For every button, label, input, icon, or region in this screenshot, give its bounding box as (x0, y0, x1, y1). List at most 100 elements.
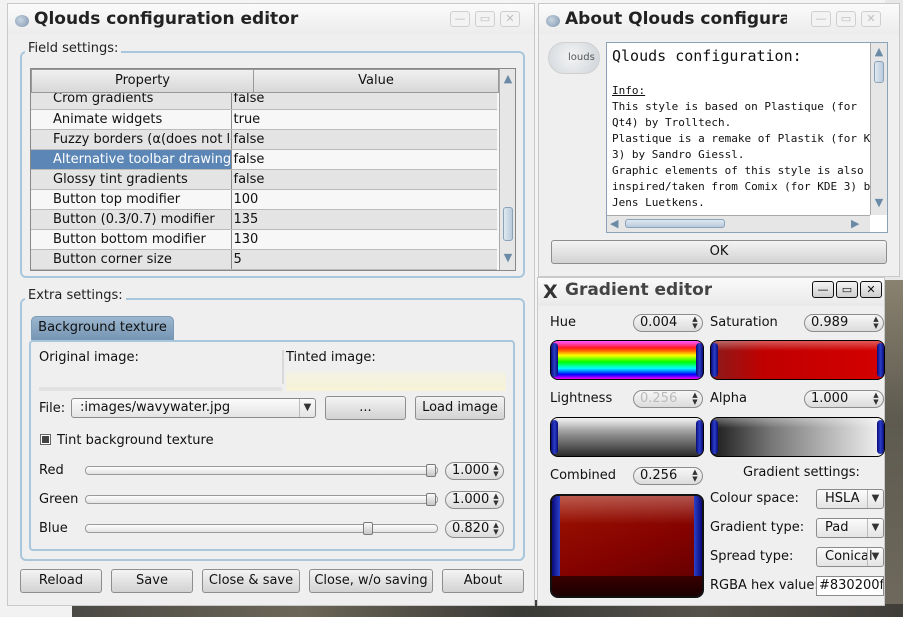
gradient-title: Gradient editor (565, 280, 713, 300)
scroll-thumb-horizontal[interactable] (625, 219, 725, 228)
green-value: 1.000 (452, 492, 490, 507)
alpha-gradient-bar[interactable] (710, 417, 885, 457)
table-row[interactable]: Button bottom modifier 130 (31, 229, 497, 250)
red-slider[interactable] (85, 464, 438, 477)
spin-arrows-icon[interactable]: ▲ ▼ (491, 522, 501, 536)
scroll-thumb[interactable] (874, 61, 884, 83)
file-path-combo[interactable]: :images/wavywater.jpg ▼ (71, 398, 316, 418)
table-row[interactable]: Fuzzy borders (α(does not loo...false (31, 129, 497, 150)
spin-arrows-icon[interactable]: ▲ ▼ (491, 493, 501, 507)
property-cell: Button (0.3/0.7) modifier (31, 209, 231, 230)
value-cell: 135 (230, 209, 497, 230)
table-row[interactable]: Button (0.3/0.7) modifier 135 (31, 209, 497, 230)
chevron-down-icon[interactable]: ▼ (867, 490, 883, 508)
green-slider-handle[interactable] (426, 493, 436, 506)
maximize-icon[interactable]: ▭ (475, 11, 495, 27)
about-horizontal-scrollbar[interactable]: ◀ ▶ (607, 215, 870, 232)
save-button[interactable]: Save (111, 569, 193, 593)
blue-spinbox[interactable]: 0.820 ▲ ▼ (445, 520, 504, 538)
maximize-icon[interactable]: ▭ (836, 11, 856, 27)
hue-gradient-bar[interactable] (550, 340, 704, 380)
value-cell: false (230, 149, 497, 170)
scroll-left-icon[interactable]: ◀ (610, 217, 618, 230)
chevron-down-icon[interactable]: ▼ (867, 519, 883, 537)
load-image-button[interactable]: Load image (415, 396, 505, 420)
lightness-gradient-bar[interactable] (550, 417, 704, 457)
lightness-spinbox[interactable]: 0.256 ▲ ▼ (633, 390, 703, 408)
scroll-right-icon[interactable]: ▶ (851, 217, 859, 230)
close-icon[interactable]: ✕ (500, 11, 520, 27)
combined-spinbox[interactable]: 0.256 ▲ ▼ (633, 467, 703, 485)
spin-arrows-icon[interactable]: ▲ ▼ (690, 392, 700, 406)
spin-arrows-icon[interactable]: ▲ ▼ (871, 316, 881, 330)
spin-arrows-icon[interactable]: ▲ ▼ (690, 469, 700, 483)
spin-arrows-icon[interactable]: ▲ ▼ (690, 316, 700, 330)
combined-preview[interactable] (550, 494, 704, 598)
about-line: Plastique is a remake of Plastik (for KD… (612, 132, 884, 145)
green-slider[interactable] (85, 493, 438, 506)
minimize-icon[interactable]: — (811, 11, 831, 27)
green-label: Green (39, 492, 79, 507)
blue-slider-handle[interactable] (363, 522, 373, 535)
saturation-spinbox[interactable]: 0.989 ▲ ▼ (804, 314, 884, 332)
scroll-down-icon[interactable]: ▼ (872, 196, 886, 210)
close-icon[interactable]: ✕ (860, 281, 882, 298)
combined-preview-sheen (552, 496, 702, 524)
reload-button[interactable]: Reload (20, 569, 102, 593)
maximize-icon[interactable]: ▭ (836, 281, 858, 298)
close-and-save-button[interactable]: Close & save (202, 569, 300, 593)
table-row-selected[interactable]: Alternative toolbar drawing false (31, 149, 497, 170)
scroll-up-icon[interactable]: ▲ (501, 72, 515, 86)
spin-arrows-icon[interactable]: ▲ ▼ (871, 392, 881, 406)
ok-button[interactable]: OK (551, 240, 887, 264)
table-row[interactable]: Animate widgets true (31, 109, 497, 130)
red-slider-handle[interactable] (426, 464, 436, 477)
tint-checkbox[interactable] (40, 434, 51, 445)
table-scrollbar[interactable]: ▲ ▼ (499, 69, 515, 270)
scroll-thumb[interactable] (503, 207, 513, 241)
table-row[interactable]: Button corner size 5 (31, 249, 497, 270)
minimize-icon[interactable]: — (812, 281, 834, 298)
about-line: 3) by Sandro Giessl. (612, 148, 745, 161)
table-row[interactable]: Glossy tint gradients false (31, 169, 497, 190)
colour-space-combo[interactable]: HSLA ▼ (816, 489, 884, 509)
window-title: Qlouds configuration editor (34, 9, 299, 29)
spread-type-combo[interactable]: Conical ▼ (816, 547, 884, 567)
alpha-spinbox[interactable]: 1.000 ▲ ▼ (804, 390, 884, 408)
scroll-down-icon[interactable]: ▼ (501, 251, 515, 265)
spin-arrows-icon[interactable]: ▲ ▼ (491, 464, 501, 478)
tinted-image-preview (286, 372, 506, 391)
green-spinbox[interactable]: 1.000 ▲ ▼ (445, 491, 504, 509)
about-title: About Qlouds configurati (565, 9, 787, 29)
chevron-down-icon[interactable]: ▼ (867, 548, 883, 566)
tab-background-texture[interactable]: Background texture (31, 316, 174, 340)
about-text-box: Qlouds configuration: Info: This style i… (606, 42, 888, 233)
table-row[interactable]: Button top modifier 100 (31, 189, 497, 210)
saturation-gradient-bar[interactable] (710, 340, 885, 380)
lightness-label: Lightness (550, 391, 613, 406)
gradient-type-value: Pad (825, 520, 849, 535)
minimize-icon[interactable]: — (450, 11, 470, 27)
close-without-saving-button[interactable]: Close, w/o saving (309, 569, 433, 593)
blue-slider[interactable] (85, 522, 438, 535)
about-line: Jens Luetkens. (612, 196, 705, 209)
chevron-down-icon[interactable]: ▼ (299, 399, 315, 417)
gradient-type-combo[interactable]: Pad ▼ (816, 518, 884, 538)
hue-spinbox[interactable]: 0.004 ▲ ▼ (633, 314, 703, 332)
gradient-titlebar[interactable]: X Gradient editor — ▭ ✕ (538, 278, 884, 306)
rgba-hex-label: RGBA hex value: (710, 578, 819, 593)
rgba-hex-input[interactable]: #830200ff (816, 576, 884, 596)
config-editor-titlebar[interactable]: Qlouds configuration editor — ▭ ✕ (8, 4, 534, 34)
about-vertical-scrollbar[interactable]: ▲ ▼ (870, 43, 887, 215)
field-settings-label: Field settings: (25, 41, 122, 56)
red-spinbox[interactable]: 1.000 ▲ ▼ (445, 462, 504, 480)
property-cell: Button top modifier (31, 189, 231, 210)
close-icon[interactable]: ✕ (861, 11, 881, 27)
about-window: About Qlouds configurati — ▭ ✕ louds Qlo… (538, 3, 900, 277)
scroll-up-icon[interactable]: ▲ (872, 45, 886, 59)
about-line: inspired/taken from Comix (for KDE 3) by (612, 180, 877, 193)
property-cell: Button bottom modifier (31, 229, 231, 250)
about-button[interactable]: About (442, 569, 524, 593)
about-titlebar[interactable]: About Qlouds configurati — ▭ ✕ (539, 4, 899, 34)
browse-button[interactable]: ... (325, 396, 406, 420)
